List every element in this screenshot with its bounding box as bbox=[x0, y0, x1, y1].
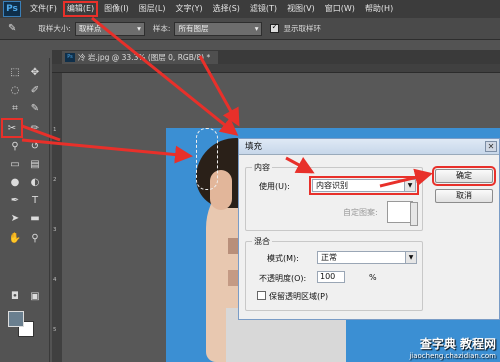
show-ring-label: 显示取样环 bbox=[283, 24, 321, 33]
ruler-tick-label: 3 bbox=[53, 227, 57, 233]
document-ps-icon: Ps bbox=[65, 53, 75, 62]
pattern-picker[interactable] bbox=[387, 201, 418, 226]
mode-dropdown[interactable]: 正常 ▼ bbox=[317, 251, 417, 264]
options-bar: ✎ 取样大小: 取样点 ▾ 样本: 所有图层 ▾ 显示取样环 bbox=[0, 18, 500, 40]
chevron-down-icon: ▼ bbox=[405, 252, 416, 263]
dodge-tool-icon[interactable]: ◐ bbox=[26, 174, 44, 190]
eyedropper-icon[interactable]: ✎ bbox=[8, 23, 16, 34]
hand-tool-icon[interactable]: ✋ bbox=[6, 230, 24, 246]
show-ring-checkbox[interactable] bbox=[270, 22, 280, 33]
zoom-tool-icon[interactable]: ⚲ bbox=[26, 230, 44, 246]
chevron-down-icon: ▾ bbox=[254, 24, 259, 33]
menu-help[interactable]: 帮助(H) bbox=[360, 0, 398, 18]
stamp-tool-icon[interactable]: ⚲ bbox=[6, 138, 24, 154]
watermark-main: 查字典 教程网 bbox=[419, 337, 496, 351]
fill-dialog: 填充 ✕ 内容 使用(U): 内容识别 ▼ 自定图案: 混合 模式(M): 正常… bbox=[238, 138, 500, 320]
watermark: 查字典 教程网 jiaocheng.chazidian.com bbox=[409, 335, 496, 360]
menu-layer[interactable]: 图层(L) bbox=[134, 0, 171, 18]
lasso-selection bbox=[196, 128, 218, 190]
close-icon[interactable]: ✕ bbox=[485, 141, 497, 152]
opacity-label: 不透明度(O): bbox=[259, 274, 307, 283]
ruler-tick-label: 4 bbox=[53, 277, 57, 283]
menu-type[interactable]: 文字(Y) bbox=[170, 0, 207, 18]
eyedropper-tool-icon[interactable]: ✎ bbox=[26, 100, 44, 116]
marquee-tool-icon[interactable]: ⬚ bbox=[6, 64, 24, 80]
cancel-button[interactable]: 取消 bbox=[435, 189, 493, 203]
document-tab-bar: Ps 冷 岩.jpg @ 33.3% (图层 0, RGB/8) * bbox=[52, 50, 500, 64]
foreground-color-swatch[interactable] bbox=[8, 311, 24, 327]
ruler-tick-label: 2 bbox=[53, 177, 57, 183]
sample-label: 样本: bbox=[152, 24, 171, 33]
quick-select-tool-icon[interactable]: ✐ bbox=[26, 82, 44, 98]
pen-tool-icon[interactable]: ✒ bbox=[6, 192, 24, 208]
ruler-tick-label: 1 bbox=[53, 127, 57, 133]
history-brush-icon[interactable]: ↺ bbox=[26, 138, 44, 154]
move-tool-icon[interactable]: ✥ bbox=[26, 64, 44, 80]
sample-select[interactable]: 所有图层 ▾ bbox=[174, 21, 263, 36]
sample-value: 所有图层 bbox=[178, 24, 209, 33]
menu-image[interactable]: 图像(I) bbox=[99, 0, 134, 18]
scissors-tool-icon[interactable]: ✂ bbox=[1, 118, 23, 138]
preserve-transparency-label: 保留透明区域(P) bbox=[269, 292, 329, 301]
use-label: 使用(U): bbox=[259, 182, 290, 191]
sample-size-value: 取样点 bbox=[78, 24, 102, 33]
menu-bar: Ps 文件(F) 编辑(E) 图像(I) 图层(L) 文字(Y) 选择(S) 滤… bbox=[0, 0, 500, 18]
screen-mode-icon[interactable]: ▣ bbox=[26, 288, 44, 304]
blur-tool-icon[interactable]: ● bbox=[6, 174, 24, 190]
document-tab-label: 冷 岩.jpg @ 33.3% (图层 0, RGB/8) * bbox=[78, 53, 211, 62]
blend-group-title: 混合 bbox=[252, 236, 272, 247]
opacity-input[interactable]: 100 bbox=[317, 271, 345, 283]
mode-label: 模式(M): bbox=[267, 254, 299, 263]
use-value: 内容识别 bbox=[316, 181, 348, 190]
tools-panel: ⬚ ✥ ◌ ✐ ⌗ ✎ ✂ ✏ ⚲ ↺ ▭ ▤ ● ◐ ✒ T ➤ ▬ ✋ ⚲ … bbox=[0, 58, 50, 362]
use-dropdown[interactable]: 内容识别 ▼ bbox=[309, 176, 419, 195]
path-select-icon[interactable]: ➤ bbox=[6, 210, 24, 226]
ok-button[interactable]: 确定 bbox=[432, 166, 496, 186]
lasso-tool-icon[interactable]: ◌ bbox=[6, 82, 24, 98]
content-group-title: 内容 bbox=[252, 162, 272, 173]
chevron-down-icon: ▾ bbox=[137, 24, 141, 33]
ruler-tick-label: 5 bbox=[53, 327, 57, 333]
photoshop-logo: Ps bbox=[3, 1, 21, 17]
sample-size-select[interactable]: 取样点 ▾ bbox=[74, 21, 145, 36]
menu-filter[interactable]: 滤镜(T) bbox=[245, 0, 282, 18]
opacity-unit: % bbox=[369, 273, 377, 282]
chevron-down-icon: ▼ bbox=[404, 180, 415, 191]
menu-edit[interactable]: 编辑(E) bbox=[62, 0, 99, 18]
menu-file[interactable]: 文件(F) bbox=[25, 0, 62, 18]
menu-window[interactable]: 窗口(W) bbox=[320, 0, 360, 18]
dialog-title: 填充 bbox=[239, 139, 499, 155]
quick-mask-icon[interactable]: ◘ bbox=[6, 288, 24, 304]
document-tab[interactable]: Ps 冷 岩.jpg @ 33.3% (图层 0, RGB/8) * bbox=[62, 51, 219, 64]
type-tool-icon[interactable]: T bbox=[26, 192, 44, 208]
sample-size-label: 取样大小: bbox=[38, 24, 71, 33]
custom-pattern-label: 自定图案: bbox=[343, 208, 378, 217]
eraser-tool-icon[interactable]: ▭ bbox=[6, 156, 24, 172]
shape-tool-icon[interactable]: ▬ bbox=[26, 210, 44, 226]
ruler-left: 1 2 3 4 5 bbox=[52, 73, 62, 362]
gradient-tool-icon[interactable]: ▤ bbox=[26, 156, 44, 172]
brush-tool-icon[interactable]: ✏ bbox=[26, 120, 44, 136]
menu-view[interactable]: 视图(V) bbox=[282, 0, 320, 18]
ruler-top bbox=[52, 64, 500, 73]
menu-select[interactable]: 选择(S) bbox=[208, 0, 245, 18]
crop-tool-icon[interactable]: ⌗ bbox=[6, 100, 24, 116]
preserve-transparency-checkbox[interactable] bbox=[257, 291, 266, 300]
watermark-sub: jiaocheng.chazidian.com bbox=[409, 352, 496, 360]
mode-value: 正常 bbox=[321, 253, 337, 262]
